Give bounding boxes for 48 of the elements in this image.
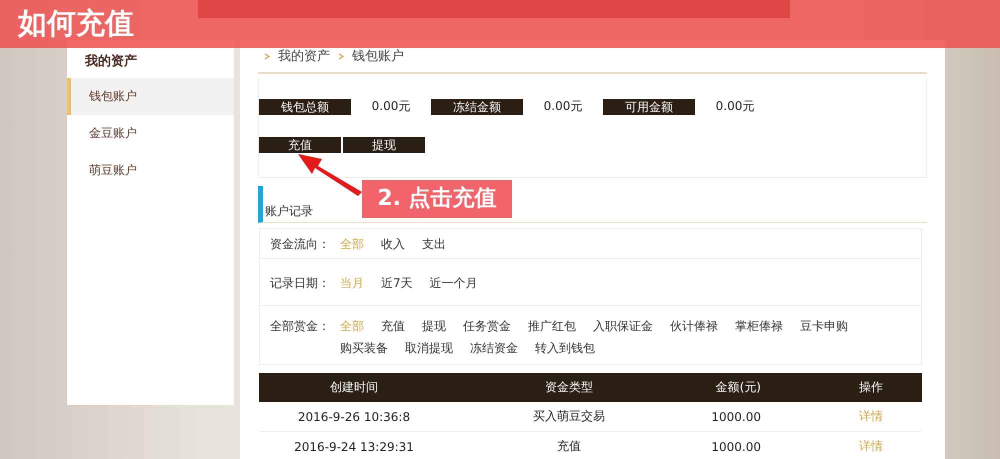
filter-option[interactable]: 转入到钱包 xyxy=(535,340,595,357)
table-cell-text: 充值 xyxy=(556,438,582,455)
breadcrumb-link[interactable]: 我的资产 xyxy=(278,47,330,65)
sidebar-item[interactable]: 金豆账户 xyxy=(67,115,234,152)
table-cell-text: 买入萌豆交易 xyxy=(532,408,606,425)
column-header: 操作 xyxy=(858,379,884,396)
table-cell-text: 2016-9-24 13:29:31 xyxy=(293,440,415,454)
column-header: 资金类型 xyxy=(544,379,594,396)
action-button[interactable]: 充值 xyxy=(259,137,341,153)
column-header: 金额(元) xyxy=(714,379,762,396)
table-cell-text: 2016-9-26 10:36:8 xyxy=(296,410,412,424)
filter-label: 全部赏金： xyxy=(270,318,331,335)
filter-option[interactable]: 取消提现 xyxy=(405,340,453,357)
table-cell-text: 1000.00 xyxy=(710,440,762,454)
filter-option[interactable]: 豆卡申购 xyxy=(800,318,848,335)
callout-label: 2. 点击充值 xyxy=(362,180,512,218)
table-cell-text: 1000.00 xyxy=(710,410,762,424)
summary-value: 0.00元 xyxy=(714,98,756,115)
filter-option[interactable]: 任务赏金 xyxy=(463,318,511,335)
summary-value: 0.00元 xyxy=(370,98,412,115)
section-title: 账户记录 xyxy=(265,203,313,220)
filter-option[interactable]: 收入 xyxy=(381,236,405,253)
summary-label: 冻结金额 xyxy=(431,98,523,114)
filter-option[interactable]: 掌柜俸禄 xyxy=(735,318,783,335)
chevron-icon xyxy=(264,52,270,60)
filter-option[interactable]: 冻结资金 xyxy=(470,340,518,357)
filter-option[interactable]: 提现 xyxy=(422,318,446,335)
filter-label: 记录日期： xyxy=(270,275,331,292)
sidebar-item[interactable]: 钱包账户 xyxy=(67,78,234,115)
filter-label: 资金流向： xyxy=(270,236,331,253)
filter-option[interactable]: 近一个月 xyxy=(430,275,478,292)
breadcrumb-link[interactable]: 钱包账户 xyxy=(352,47,404,65)
filter-option[interactable]: 购买装备 xyxy=(340,340,388,357)
sidebar-item[interactable]: 萌豆账户 xyxy=(67,152,234,189)
filter-option[interactable]: 支出 xyxy=(422,236,446,253)
filter-option[interactable]: 近7天 xyxy=(381,275,413,292)
banner-title: 如何充值 xyxy=(16,5,134,42)
summary-value: 0.00元 xyxy=(542,98,584,115)
summary-label: 钱包总额 xyxy=(259,98,351,114)
filter-option[interactable]: 伙计俸禄 xyxy=(670,318,718,335)
filter-option[interactable]: 充值 xyxy=(381,318,405,335)
action-button[interactable]: 提现 xyxy=(343,137,425,153)
filter-option[interactable]: 推广红包 xyxy=(528,318,576,335)
column-header: 创建时间 xyxy=(329,379,379,396)
sidebar-title: 我的资产 xyxy=(84,52,138,71)
chevron-icon xyxy=(338,52,344,60)
filter-option[interactable]: 入职保证金 xyxy=(593,318,653,335)
summary-label: 可用金额 xyxy=(603,98,695,114)
